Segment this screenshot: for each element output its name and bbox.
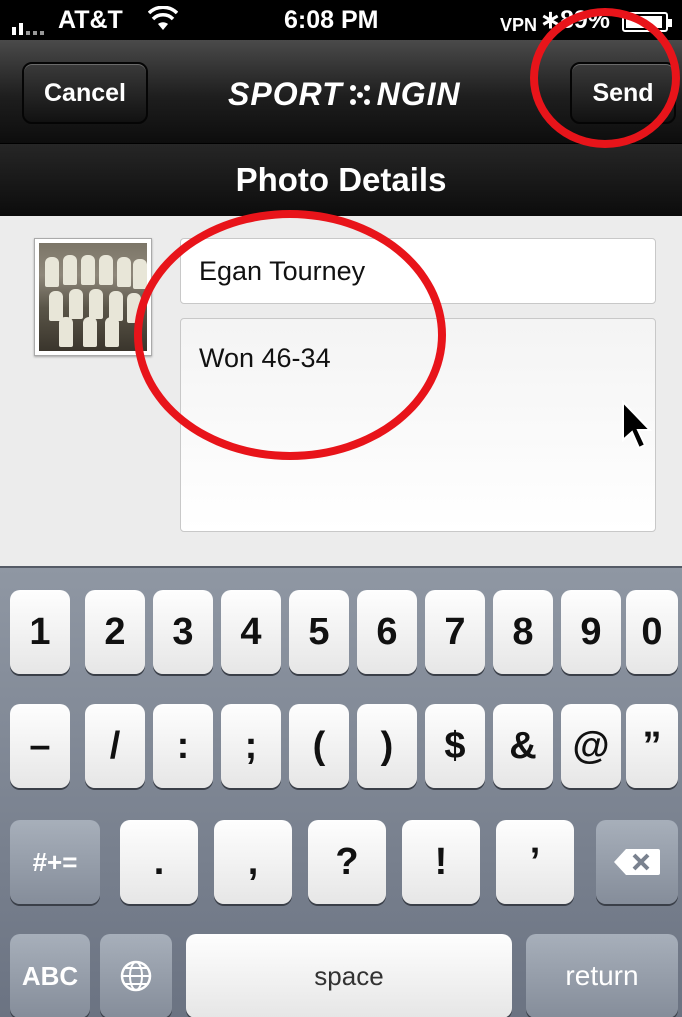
photo-details-form: Egan Tourney Won 46-34 (0, 216, 682, 566)
key-period[interactable]: . (120, 820, 198, 904)
photo-title-input[interactable]: Egan Tourney (180, 238, 656, 304)
key-close-paren[interactable]: ) (357, 704, 417, 788)
key-3[interactable]: 3 (153, 590, 213, 674)
logo-mark-icon (349, 84, 370, 105)
photo-thumbnail[interactable] (34, 238, 152, 356)
key-comma[interactable]: , (214, 820, 292, 904)
key-1[interactable]: 1 (10, 590, 70, 674)
send-button[interactable]: Send (570, 62, 676, 124)
logo-text-right: NGIN (376, 76, 461, 112)
key-open-paren[interactable]: ( (289, 704, 349, 788)
symbols-toggle-key[interactable]: #+= (10, 820, 100, 904)
vpn-icon: VPN (500, 15, 538, 35)
key-7[interactable]: 7 (425, 590, 485, 674)
clock: 6:08 PM (284, 6, 379, 34)
app-logo: SPORT NGIN (228, 76, 461, 113)
globe-key[interactable] (100, 934, 172, 1017)
key-dollar[interactable]: $ (425, 704, 485, 788)
team-photo-image (39, 243, 147, 351)
delete-key[interactable] (596, 820, 678, 904)
abc-key[interactable]: ABC (10, 934, 90, 1017)
backspace-icon (614, 849, 660, 875)
key-slash[interactable]: / (85, 704, 145, 788)
key-5[interactable]: 5 (289, 590, 349, 674)
key-apostrophe[interactable]: ’ (496, 820, 574, 904)
battery-icon (622, 12, 672, 32)
signal-icon (12, 5, 44, 35)
globe-icon (120, 960, 152, 992)
key-9[interactable]: 9 (561, 590, 621, 674)
key-dash[interactable]: – (10, 704, 70, 788)
key-at[interactable]: @ (561, 704, 621, 788)
key-8[interactable]: 8 (493, 590, 553, 674)
bluetooth-icon: ∗ (540, 6, 561, 34)
key-exclamation[interactable]: ! (402, 820, 480, 904)
battery-percentage: 89% (560, 6, 611, 34)
key-quote[interactable]: ” (626, 704, 678, 788)
mouse-pointer-icon (622, 400, 652, 450)
photo-description-input[interactable]: Won 46-34 (180, 318, 656, 532)
wifi-icon (148, 6, 178, 30)
key-question[interactable]: ? (308, 820, 386, 904)
return-key[interactable]: return (526, 934, 678, 1017)
key-4[interactable]: 4 (221, 590, 281, 674)
space-key[interactable]: space (186, 934, 512, 1017)
carrier-label: AT&T (58, 6, 123, 34)
logo-text-left: SPORT (228, 76, 343, 112)
key-semicolon[interactable]: ; (221, 704, 281, 788)
status-bar: AT&T 6:08 PM VPN ∗ 89% (0, 0, 682, 40)
key-2[interactable]: 2 (85, 590, 145, 674)
key-colon[interactable]: : (153, 704, 213, 788)
key-6[interactable]: 6 (357, 590, 417, 674)
onscreen-keyboard: 1 2 3 4 5 6 7 8 9 0 – / : ; ( ) $ & @ ” … (0, 566, 682, 1017)
key-ampersand[interactable]: & (493, 704, 553, 788)
key-0[interactable]: 0 (626, 590, 678, 674)
cancel-button[interactable]: Cancel (22, 62, 148, 124)
navigation-bar: Cancel SPORT NGIN Send (0, 40, 682, 144)
page-title: Photo Details (0, 144, 682, 216)
